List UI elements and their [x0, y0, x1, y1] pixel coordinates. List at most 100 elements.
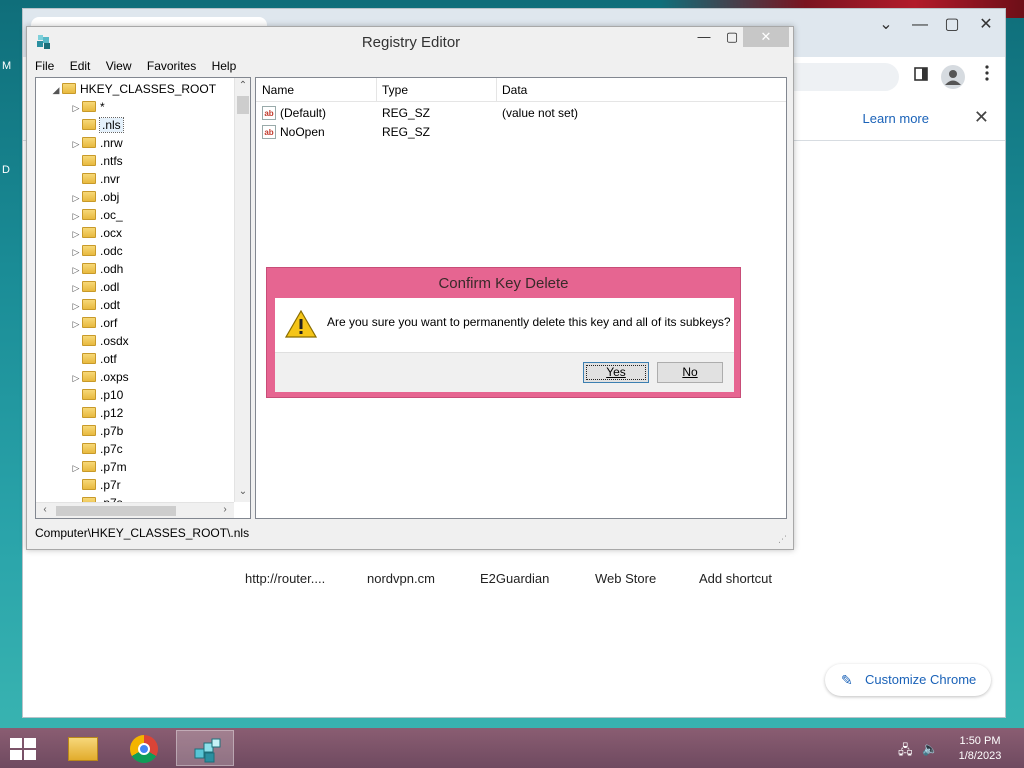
pencil-icon: ✎	[841, 672, 853, 688]
shortcut-router[interactable]: http://router....	[245, 571, 325, 586]
value-row[interactable]: ab (Default) REG_SZ (value not set)	[256, 104, 786, 122]
tree-item[interactable]: ▷ .ocx	[70, 224, 122, 242]
expand-arrow-icon[interactable]: ▷	[70, 225, 82, 243]
scroll-thumb[interactable]	[237, 96, 249, 114]
chrome-maximize-button[interactable]: ▢	[937, 13, 967, 37]
scroll-thumb[interactable]	[56, 506, 176, 516]
tree-item[interactable]: ▷ .odl	[70, 278, 120, 297]
tree-item[interactable]: .nvr	[70, 170, 120, 188]
expand-arrow-icon[interactable]: ▷	[70, 243, 82, 261]
expand-arrow-icon[interactable]: ▷	[70, 207, 82, 225]
menu-help[interactable]: Help	[212, 59, 237, 73]
expand-arrow-icon[interactable]: ▷	[70, 135, 82, 153]
resize-grip-icon[interactable]: ⋰	[778, 534, 787, 545]
customize-chrome-button[interactable]: ✎ Customize Chrome	[825, 664, 991, 696]
expand-arrow-icon[interactable]: ▷	[70, 315, 82, 333]
tree-item[interactable]: .nls	[70, 116, 124, 134]
taskbar-chrome[interactable]	[114, 730, 172, 766]
menu-favorites[interactable]: Favorites	[147, 59, 196, 73]
chrome-minimize-button[interactable]: —	[905, 13, 935, 37]
warning-icon	[285, 310, 317, 338]
expanded-arrow-icon[interactable]: ◢	[50, 81, 62, 99]
network-icon[interactable]: 🖧	[898, 741, 913, 763]
tree-item[interactable]: ▷ .obj	[70, 188, 120, 207]
tree-item[interactable]: ▷ .p7m	[70, 458, 127, 476]
value-name: (Default)	[280, 106, 327, 120]
folder-icon	[82, 389, 96, 400]
dialog-button-bar: Yes No	[275, 352, 734, 392]
customize-chrome-label: Customize Chrome	[865, 672, 977, 687]
folder-icon	[82, 371, 96, 382]
tree-item[interactable]: ▷ .orf	[70, 314, 118, 333]
taskbar: 🖧 🔈 1:50 PM 1/8/2023	[0, 728, 1024, 768]
tree-item[interactable]: ▷ .odc	[70, 242, 123, 260]
taskbar-file-explorer[interactable]	[52, 730, 110, 766]
scroll-up-arrow-icon[interactable]: ⌃	[236, 80, 250, 91]
tree-item-label: .nls	[99, 117, 124, 133]
expand-arrow-icon[interactable]: ▷	[70, 261, 82, 279]
tree-item[interactable]: ▷ .nrw	[70, 134, 123, 152]
column-header-type[interactable]: Type	[382, 83, 408, 97]
menu-file[interactable]: File	[35, 59, 54, 73]
expand-arrow-icon[interactable]: ▷	[70, 297, 82, 315]
tree-item[interactable]: ▷ .oc_	[70, 206, 123, 224]
taskbar-registry-editor[interactable]	[176, 730, 234, 766]
value-row[interactable]: ab NoOpen REG_SZ	[256, 123, 786, 141]
tree-root-item[interactable]: ◢ HKEY_CLASSES_ROOT	[50, 80, 217, 99]
tree-item[interactable]: .p7c	[70, 440, 123, 458]
list-header: Name Type Data	[256, 78, 786, 102]
scroll-left-arrow-icon[interactable]: ‹	[38, 504, 52, 515]
expand-arrow-icon[interactable]: ▷	[70, 459, 82, 477]
column-divider[interactable]	[376, 78, 377, 102]
regedit-titlebar[interactable]: Registry Editor — ▢ ✕	[27, 27, 793, 57]
chrome-close-button[interactable]: ✕	[971, 13, 1001, 37]
tree-item[interactable]: .p7r	[70, 476, 121, 494]
tree-item-label: .p7b	[100, 424, 124, 438]
expand-arrow-icon[interactable]: ▷	[70, 279, 82, 297]
expand-arrow-icon[interactable]: ▷	[70, 99, 82, 117]
profile-avatar-icon[interactable]	[941, 65, 965, 89]
tree-item[interactable]: .p10	[70, 386, 123, 404]
folder-icon	[82, 263, 96, 274]
folder-icon	[82, 101, 96, 112]
tree-item-label: .p7r	[100, 478, 121, 492]
scroll-down-arrow-icon[interactable]: ⌄	[236, 486, 250, 497]
tree-item[interactable]: .p7b	[70, 422, 123, 440]
side-panel-icon[interactable]	[909, 65, 933, 89]
taskbar-clock[interactable]: 1:50 PM 1/8/2023	[950, 734, 1010, 764]
tree-item-label: .nrw	[100, 136, 123, 150]
tree-item[interactable]: ▷ .odh	[70, 260, 124, 279]
column-header-data[interactable]: Data	[502, 83, 527, 97]
expand-arrow-icon[interactable]: ▷	[70, 369, 82, 387]
tree-item[interactable]: ▷ .oxps	[70, 368, 129, 386]
yes-button[interactable]: Yes	[583, 362, 649, 383]
shortcut-web-store[interactable]: Web Store	[595, 571, 656, 586]
regedit-minimize-button[interactable]: —	[689, 27, 719, 47]
column-header-name[interactable]: Name	[262, 83, 294, 97]
tree-item[interactable]: .ntfs	[70, 152, 123, 170]
tree-item-label: .osdx	[100, 334, 129, 348]
tree-horizontal-scrollbar[interactable]: ‹ ›	[36, 502, 234, 518]
volume-icon[interactable]: 🔈	[922, 741, 938, 757]
chrome-menu-icon[interactable]	[975, 65, 999, 89]
column-divider[interactable]	[496, 78, 497, 102]
shortcut-nordvpn[interactable]: nordvpn.cm	[367, 571, 435, 586]
tree-item[interactable]: .otf	[70, 350, 117, 368]
scroll-right-arrow-icon[interactable]: ›	[218, 504, 232, 515]
add-shortcut[interactable]: Add shortcut	[699, 571, 772, 586]
no-button[interactable]: No	[657, 362, 723, 383]
expand-arrow-icon[interactable]: ▷	[70, 189, 82, 207]
tree-item[interactable]: ▷ *	[70, 98, 105, 116]
tree-item[interactable]: .osdx	[70, 332, 129, 350]
regedit-close-button[interactable]: ✕	[743, 27, 789, 47]
tab-search-chevron-icon[interactable]: ⌄	[871, 13, 901, 37]
start-button[interactable]	[0, 730, 58, 766]
learn-more-link[interactable]: Learn more	[863, 111, 929, 126]
tree-vertical-scrollbar[interactable]: ⌃ ⌄	[234, 78, 250, 502]
infobar-close-icon[interactable]: ✕	[974, 107, 989, 128]
shortcut-e2guardian[interactable]: E2Guardian	[480, 571, 549, 586]
menu-view[interactable]: View	[106, 59, 132, 73]
menu-edit[interactable]: Edit	[70, 59, 91, 73]
tree-item[interactable]: .p12	[70, 404, 123, 422]
tree-item[interactable]: ▷ .odt	[70, 296, 120, 314]
